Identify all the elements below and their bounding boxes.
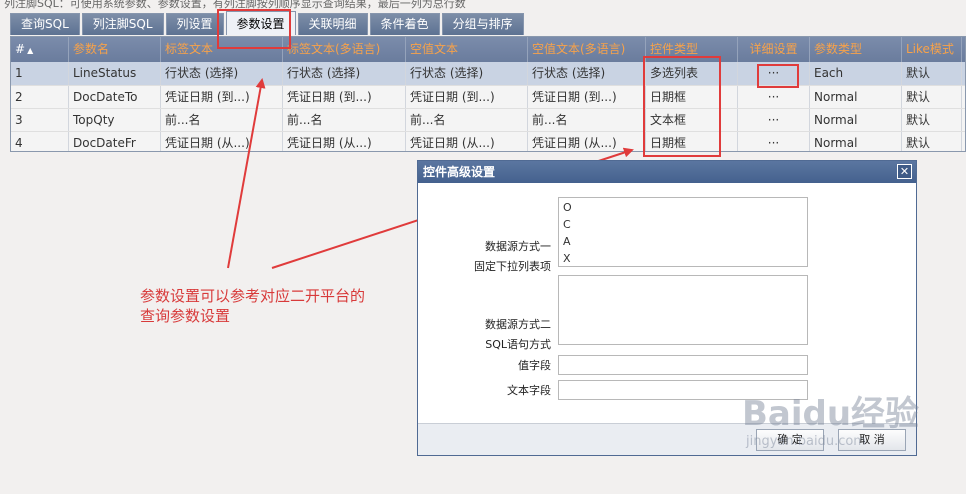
value-field-label: 值字段: [518, 359, 551, 372]
column-header-like-mode[interactable]: Like模式: [902, 37, 962, 62]
empty-text-multilang-cell[interactable]: 凭证日期 (从...): [528, 132, 646, 151]
column-header-param-name[interactable]: 参数名: [69, 37, 161, 62]
param-type-cell[interactable]: Each: [810, 62, 902, 85]
control-type-cell[interactable]: 日期框: [646, 132, 738, 151]
tab-linked-details[interactable]: 关联明细: [297, 13, 368, 35]
empty-text-multilang-cell[interactable]: 凭证日期 (到...): [528, 86, 646, 108]
param-type-cell[interactable]: Normal: [810, 132, 902, 151]
tab-grouping-sorting[interactable]: 分组与排序: [441, 13, 524, 35]
label-text-multilang-cell[interactable]: 凭证日期 (从...): [283, 132, 406, 151]
fixed-dropdown-items-list[interactable]: O C A X: [558, 197, 808, 267]
tab-column-footer-sql[interactable]: 列注脚SQL: [81, 13, 164, 35]
control-type-cell[interactable]: 多选列表: [646, 62, 738, 85]
like-mode-cell[interactable]: 默认: [902, 132, 962, 151]
detail-settings-button[interactable]: ···: [738, 62, 810, 85]
label-text-cell[interactable]: 凭证日期 (到...): [161, 86, 283, 108]
column-header-label-text[interactable]: 标签文本: [161, 37, 283, 62]
table-row[interactable]: 3 TopQty 前...名 前...名 前...名 前...名 文本框 ···…: [11, 108, 965, 131]
empty-text-cell[interactable]: 前...名: [406, 109, 528, 131]
like-mode-cell[interactable]: 默认: [902, 109, 962, 131]
param-name-cell[interactable]: DocDateFr: [69, 132, 161, 151]
empty-text-cell[interactable]: 凭证日期 (到...): [406, 86, 528, 108]
label-text-cell[interactable]: 行状态 (选择): [161, 62, 283, 85]
empty-text-cell[interactable]: 凭证日期 (从...): [406, 132, 528, 151]
tab-conditional-coloring[interactable]: 条件着色: [369, 13, 440, 35]
sort-ascending-icon: ▲: [27, 46, 34, 55]
label-text-multilang-cell[interactable]: 凭证日期 (到...): [283, 86, 406, 108]
param-name-cell[interactable]: LineStatus: [69, 62, 161, 85]
tab-column-settings[interactable]: 列设置: [165, 13, 224, 35]
control-type-cell[interactable]: 日期框: [646, 86, 738, 108]
list-item[interactable]: C: [563, 216, 803, 233]
label-text-multilang-cell[interactable]: 前...名: [283, 109, 406, 131]
detail-settings-button[interactable]: ···: [738, 86, 810, 108]
detail-settings-button[interactable]: ···: [738, 132, 810, 151]
control-advanced-settings-dialog: 控件高级设置 ✕ 数据源方式一 固定下拉列表项 O C A X 数据源方式二 S…: [417, 160, 917, 456]
like-mode-cell[interactable]: 默认: [902, 62, 962, 85]
param-type-cell[interactable]: Normal: [810, 86, 902, 108]
text-field-input[interactable]: [558, 380, 808, 400]
source1-label: 数据源方式一 固定下拉列表项: [474, 240, 551, 273]
param-name-cell[interactable]: TopQty: [69, 109, 161, 131]
dialog-body: 数据源方式一 固定下拉列表项 O C A X 数据源方式二 SQL语句方式 值字…: [418, 183, 916, 423]
ok-button[interactable]: 确 定: [756, 429, 824, 451]
annotation-line-2: 查询参数设置: [140, 307, 231, 325]
tab-bar: 查询SQL 列注脚SQL 列设置 参数设置 关联明细 条件着色 分组与排序: [10, 11, 524, 35]
row-index: 4: [11, 132, 69, 151]
column-header-empty-text-multilang[interactable]: 空值文本(多语言): [528, 37, 646, 62]
cancel-button[interactable]: 取 消: [838, 429, 906, 451]
list-item[interactable]: A: [563, 233, 803, 250]
text-field-label: 文本字段: [507, 384, 551, 397]
column-header-index[interactable]: # ▲: [11, 37, 69, 62]
grid-header-row: # ▲ 参数名 标签文本 标签文本(多语言) 空值文本 空值文本(多语言) 控件类…: [11, 37, 965, 62]
control-type-cell[interactable]: 文本框: [646, 109, 738, 131]
parameter-grid: # ▲ 参数名 标签文本 标签文本(多语言) 空值文本 空值文本(多语言) 控件类…: [10, 36, 966, 152]
row-index: 2: [11, 86, 69, 108]
table-row[interactable]: 4 DocDateFr 凭证日期 (从...) 凭证日期 (从...) 凭证日期…: [11, 131, 965, 151]
close-icon[interactable]: ✕: [897, 164, 912, 179]
empty-text-multilang-cell[interactable]: 行状态 (选择): [528, 62, 646, 85]
annotation-line-1: 参数设置可以参考对应二开平台的: [140, 287, 366, 305]
empty-text-multilang-cell[interactable]: 前...名: [528, 109, 646, 131]
table-row[interactable]: 2 DocDateTo 凭证日期 (到...) 凭证日期 (到...) 凭证日期…: [11, 85, 965, 108]
like-mode-cell[interactable]: 默认: [902, 86, 962, 108]
sql-statement-textarea[interactable]: [558, 275, 808, 345]
detail-settings-button[interactable]: ···: [738, 109, 810, 131]
source2-label: 数据源方式二 SQL语句方式: [485, 318, 551, 351]
row-index: 3: [11, 109, 69, 131]
annotation-text: 参数设置可以参考对应二开平台的 查询参数设置: [140, 286, 365, 326]
param-name-cell[interactable]: DocDateTo: [69, 86, 161, 108]
column-header-label-text-multilang[interactable]: 标签文本(多语言): [283, 37, 406, 62]
dialog-title: 控件高级设置: [418, 161, 916, 183]
row-index: 1: [11, 62, 69, 85]
list-item[interactable]: X: [563, 250, 803, 267]
label-text-cell[interactable]: 凭证日期 (从...): [161, 132, 283, 151]
param-type-cell[interactable]: Normal: [810, 109, 902, 131]
sql-hint-text: 列注脚SQL：可使用系统参数、参数设置，有列注脚按列顺序显示查询结果，最后一列为…: [4, 0, 466, 10]
empty-text-cell[interactable]: 行状态 (选择): [406, 62, 528, 85]
table-row[interactable]: 1 LineStatus 行状态 (选择) 行状态 (选择) 行状态 (选择) …: [11, 62, 965, 85]
label-text-multilang-cell[interactable]: 行状态 (选择): [283, 62, 406, 85]
value-field-input[interactable]: [558, 355, 808, 375]
column-header-param-type[interactable]: 参数类型: [810, 37, 902, 62]
label-text-cell[interactable]: 前...名: [161, 109, 283, 131]
list-item[interactable]: O: [563, 199, 803, 216]
tab-query-sql[interactable]: 查询SQL: [10, 13, 80, 35]
dialog-footer: 确 定 取 消: [418, 423, 916, 455]
column-header-empty-text[interactable]: 空值文本: [406, 37, 528, 62]
column-header-detail-settings[interactable]: 详细设置: [738, 37, 810, 62]
column-header-control-type[interactable]: 控件类型: [646, 37, 738, 62]
tab-parameter-settings[interactable]: 参数设置: [225, 11, 296, 35]
